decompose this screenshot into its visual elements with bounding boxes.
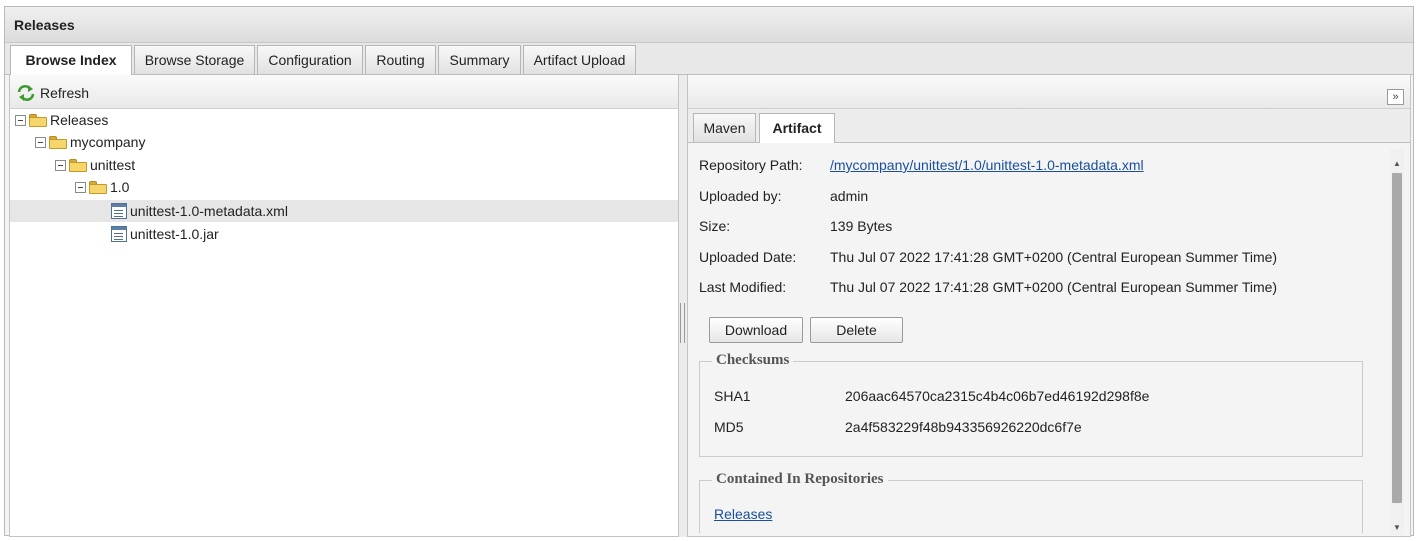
md5-label: MD5 — [714, 419, 744, 435]
splitter-handle[interactable] — [680, 303, 685, 343]
collapse-toggle-icon[interactable] — [75, 181, 86, 193]
tab-artifact-upload[interactable]: Artifact Upload — [523, 45, 636, 74]
pane-splitter[interactable] — [679, 75, 687, 537]
collapse-toggle-icon[interactable] — [35, 136, 46, 148]
sha1-label: SHA1 — [714, 388, 751, 404]
collapse-toggle-icon[interactable] — [15, 114, 26, 126]
tree-node-label: mycompany — [70, 134, 146, 150]
folder-icon — [29, 113, 47, 127]
detail-header: » — [688, 75, 1410, 109]
refresh-label: Refresh — [40, 85, 90, 101]
vertical-scrollbar[interactable]: ▲ ▼ — [1390, 149, 1404, 535]
tree-node-label: unittest-1.0-metadata.xml — [130, 203, 288, 219]
tab-maven[interactable]: Maven — [693, 113, 756, 142]
scrollbar-thumb[interactable] — [1392, 173, 1402, 503]
delete-button[interactable]: Delete — [810, 317, 903, 343]
contained-in-legend: Contained In Repositories — [712, 471, 888, 488]
tree-node-unittest[interactable]: unittest — [55, 154, 135, 176]
artifact-detail-pane: » Maven Artifact Repository Path: /mycom… — [687, 75, 1411, 537]
tab-summary[interactable]: Summary — [438, 45, 521, 74]
artifact-info: Repository Path: /mycompany/unittest/1.0… — [694, 145, 1386, 533]
tab-artifact[interactable]: Artifact — [759, 113, 835, 143]
md5-value: 2a4f583229f48b943356926220dc6f7e — [845, 419, 1082, 435]
collapse-toggle-icon[interactable] — [55, 159, 66, 171]
tree-toolbar: Refresh — [10, 75, 678, 109]
tab-browse-index[interactable]: Browse Index — [10, 45, 132, 76]
sha1-value: 206aac64570ca2315c4b4c06b7ed46192d298f8e — [845, 388, 1150, 404]
refresh-icon — [17, 85, 35, 101]
tab-configuration[interactable]: Configuration — [257, 45, 363, 74]
tree-node-mycompany[interactable]: mycompany — [35, 131, 145, 153]
tree-node-label: unittest-1.0.jar — [130, 226, 219, 242]
scroll-down-icon[interactable]: ▼ — [1390, 521, 1404, 535]
main-tabstrip: Browse Index Browse Storage Configuratio… — [5, 43, 1413, 76]
tree-node-label: 1.0 — [110, 179, 130, 195]
checksums-fieldset: Checksums SHA1 206aac64570ca2315c4b4c06b… — [699, 352, 1363, 457]
last-modified-value: Thu Jul 07 2022 17:41:28 GMT+0200 (Centr… — [830, 279, 1278, 295]
tree-node-label: unittest — [90, 157, 136, 173]
last-modified-label: Last Modified: — [699, 279, 787, 295]
tree-node-label: Releases — [50, 112, 109, 128]
releases-repo-link[interactable]: Releases — [714, 506, 772, 522]
file-icon — [111, 226, 127, 242]
download-button[interactable]: Download — [709, 317, 803, 343]
folder-icon — [89, 180, 107, 194]
uploaded-by-value: admin — [830, 188, 869, 204]
scroll-up-icon[interactable]: ▲ — [1390, 157, 1404, 171]
size-label: Size: — [699, 218, 731, 234]
tree-node-metadata-xml[interactable]: unittest-1.0-metadata.xml — [111, 200, 288, 222]
panel-title: Releases — [5, 7, 1413, 43]
folder-icon — [69, 158, 87, 172]
size-value: 139 Bytes — [830, 218, 893, 234]
tree-node-jar[interactable]: unittest-1.0.jar — [111, 223, 219, 245]
repository-path-label: Repository Path: — [699, 157, 803, 173]
refresh-button[interactable]: Refresh — [16, 83, 89, 103]
repository-path-link[interactable]: /mycompany/unittest/1.0/unittest-1.0-met… — [830, 157, 1144, 173]
checksums-legend: Checksums — [712, 352, 794, 369]
folder-icon — [49, 135, 67, 149]
browse-tree-pane: Refresh Releases mycompany unittest 1.0 … — [9, 75, 679, 537]
collapse-panel-button[interactable]: » — [1387, 89, 1404, 105]
contained-in-fieldset: Contained In Repositories Releases — [699, 471, 1363, 533]
file-icon — [111, 203, 127, 219]
tab-routing[interactable]: Routing — [365, 45, 436, 74]
uploaded-by-label: Uploaded by: — [699, 188, 782, 204]
releases-panel: Releases Browse Index Browse Storage Con… — [4, 6, 1414, 537]
uploaded-date-value: Thu Jul 07 2022 17:41:28 GMT+0200 (Centr… — [830, 249, 1278, 265]
tab-browse-storage[interactable]: Browse Storage — [134, 45, 255, 74]
tree-node-version[interactable]: 1.0 — [75, 176, 129, 198]
tree-node-releases[interactable]: Releases — [15, 109, 108, 131]
uploaded-date-label: Uploaded Date: — [699, 249, 797, 265]
detail-tabstrip: Maven Artifact — [688, 109, 1410, 143]
